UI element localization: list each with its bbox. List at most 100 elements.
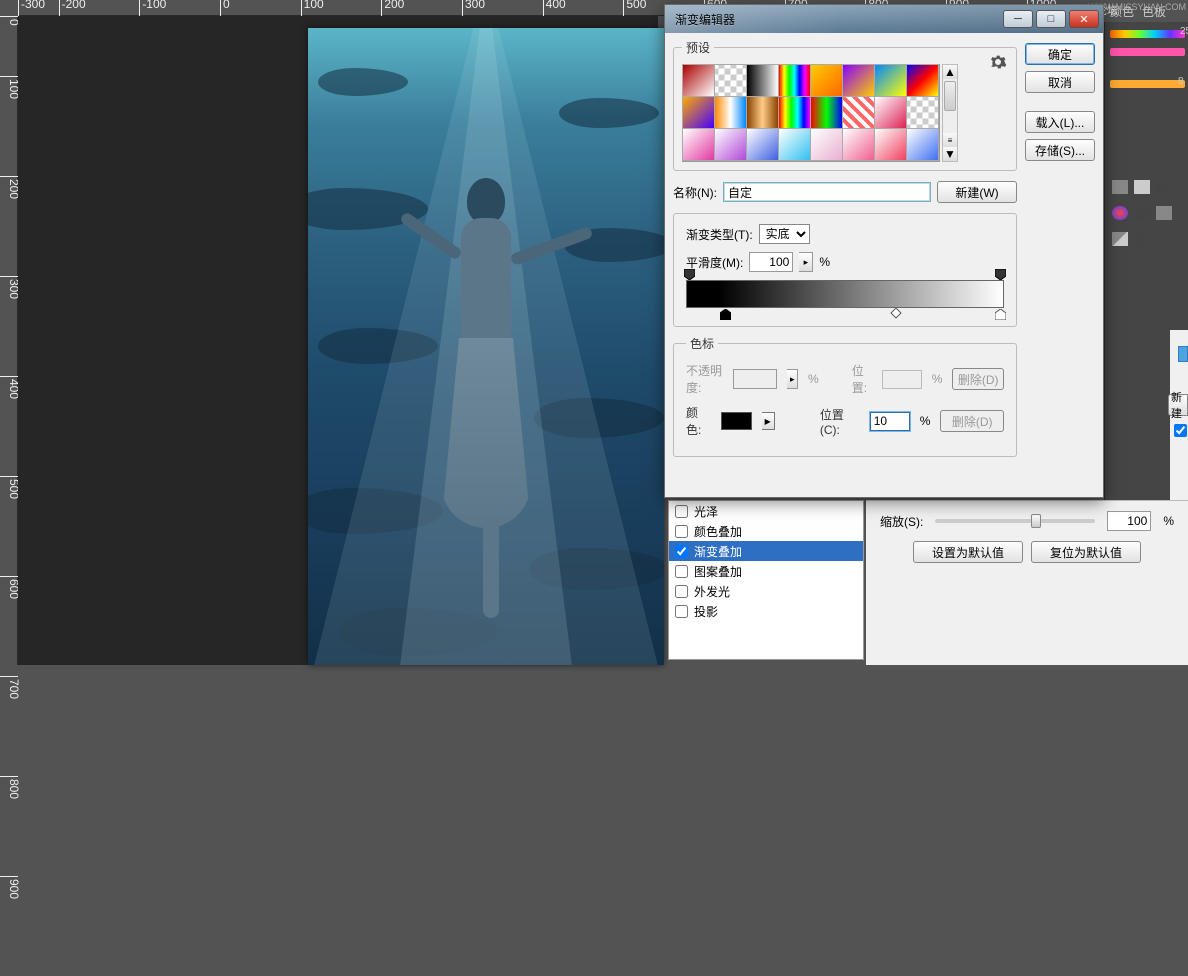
scale-input[interactable] xyxy=(1107,511,1151,531)
preset-swatch[interactable] xyxy=(906,64,939,97)
preset-swatches[interactable] xyxy=(682,64,940,162)
scroll-grip-icon[interactable]: ≡ xyxy=(943,133,957,147)
name-input[interactable] xyxy=(723,182,931,202)
ok-button[interactable]: 确定 xyxy=(1025,43,1095,65)
opacity-input xyxy=(733,369,777,389)
far-checkbox[interactable] xyxy=(1174,424,1187,437)
fx-item[interactable]: 投影 xyxy=(669,601,863,621)
fx-item[interactable]: 颜色叠加 xyxy=(669,521,863,541)
fx-checkbox[interactable] xyxy=(675,565,688,578)
pct-label: % xyxy=(819,255,830,269)
preset-swatch[interactable] xyxy=(874,64,907,97)
scroll-thumb[interactable] xyxy=(944,81,956,111)
scroll-down-icon[interactable]: ▼ xyxy=(943,147,957,161)
fx-label: 图案叠加 xyxy=(694,563,742,580)
fx-label: 渐变叠加 xyxy=(694,543,742,560)
midpoint-diamond[interactable] xyxy=(890,307,901,318)
close-button[interactable]: ✕ xyxy=(1069,10,1099,28)
hue-strip[interactable] xyxy=(1110,30,1185,38)
color-dropdown-icon[interactable]: ▶ xyxy=(762,412,775,430)
minimize-button[interactable]: ─ xyxy=(1003,10,1033,28)
gradient-type-select[interactable]: 实底 xyxy=(759,224,810,244)
scroll-up-icon[interactable]: ▲ xyxy=(943,65,957,79)
opacity-stop-left[interactable] xyxy=(684,269,695,280)
preset-swatch[interactable] xyxy=(842,64,875,97)
fx-checkbox[interactable] xyxy=(675,525,688,538)
preset-swatch[interactable] xyxy=(810,64,843,97)
panel-icons-3[interactable] xyxy=(1112,232,1144,246)
preset-swatch[interactable] xyxy=(810,128,843,161)
smoothness-stepper[interactable]: ▸ xyxy=(799,252,813,272)
preset-swatch[interactable] xyxy=(842,128,875,161)
new-button[interactable]: 新建(W) xyxy=(937,181,1017,203)
gradient-bar[interactable] xyxy=(686,280,1004,308)
layer-effects-settings: 缩放(S): % 设置为默认值 复位为默认值 xyxy=(866,500,1188,665)
opacity-stop-right[interactable] xyxy=(995,269,1006,280)
color-stop-left[interactable] xyxy=(720,309,731,320)
new-style-button[interactable]: 新建 xyxy=(1168,394,1188,416)
preset-swatch[interactable] xyxy=(746,64,779,97)
stops-group: 色标 不透明度: ▸ % 位置: % 删除(D) 颜色: ▶ xyxy=(673,335,1017,457)
gradient-type-group: 渐变类型(T): 实底 平滑度(M): ▸ % xyxy=(673,213,1017,327)
preset-swatch[interactable] xyxy=(714,128,747,161)
preset-swatch[interactable] xyxy=(842,96,875,129)
color-well[interactable] xyxy=(721,412,752,430)
preset-swatch[interactable] xyxy=(682,64,715,97)
preset-swatch[interactable] xyxy=(746,96,779,129)
color-strip-2[interactable] xyxy=(1110,80,1185,88)
dialog-titlebar[interactable]: 渐变编辑器 ─ □ ✕ xyxy=(665,5,1103,33)
presets-group: 预设 ▲ ≡ ▼ xyxy=(673,39,1017,171)
set-default-button[interactable]: 设置为默认值 xyxy=(913,541,1023,563)
color-strip-1[interactable] xyxy=(1110,48,1185,56)
fx-label: 投影 xyxy=(694,603,718,620)
position-input-2[interactable] xyxy=(870,412,910,431)
fx-label: 外发光 xyxy=(694,583,730,600)
panel-icons-2[interactable] xyxy=(1112,206,1172,220)
artwork-figure xyxy=(406,178,566,608)
gear-icon[interactable] xyxy=(990,54,1006,70)
maximize-button[interactable]: □ xyxy=(1036,10,1066,28)
reset-default-button[interactable]: 复位为默认值 xyxy=(1031,541,1141,563)
fx-checkbox[interactable] xyxy=(675,505,688,518)
delete-button-1: 删除(D) xyxy=(952,368,1004,390)
fx-checkbox[interactable] xyxy=(675,545,688,558)
fx-item[interactable]: 外发光 xyxy=(669,581,863,601)
preset-swatch[interactable] xyxy=(810,96,843,129)
preset-swatch[interactable] xyxy=(682,128,715,161)
preset-swatch[interactable] xyxy=(778,64,811,97)
panel-icons-1[interactable] xyxy=(1112,180,1166,194)
color-stop-right[interactable] xyxy=(995,309,1006,320)
preset-swatch[interactable] xyxy=(714,64,747,97)
preset-swatch[interactable] xyxy=(682,96,715,129)
preset-swatch[interactable] xyxy=(874,128,907,161)
fx-item[interactable]: 渐变叠加 xyxy=(669,541,863,561)
preset-swatch[interactable] xyxy=(746,128,779,161)
preset-scrollbar[interactable]: ▲ ≡ ▼ xyxy=(942,64,958,162)
position-label-1: 位置: xyxy=(852,362,872,396)
opacity-stepper: ▸ xyxy=(787,369,797,389)
fx-item[interactable]: 光泽 xyxy=(669,501,863,521)
preset-swatch[interactable] xyxy=(906,128,939,161)
document-canvas[interactable] xyxy=(308,28,664,665)
smoothness-input[interactable] xyxy=(749,252,793,272)
ruler-vertical: 0 100200 300400 500600 700800 900 xyxy=(0,16,18,665)
preset-swatch[interactable] xyxy=(906,96,939,129)
name-label: 名称(N): xyxy=(673,184,717,201)
preset-swatch[interactable] xyxy=(714,96,747,129)
gradient-type-label: 渐变类型(T): xyxy=(686,226,753,243)
scale-slider[interactable] xyxy=(935,519,1095,523)
load-button[interactable]: 载入(L)... xyxy=(1025,111,1095,133)
opacity-value: 8 xyxy=(1178,76,1184,87)
fx-checkbox[interactable] xyxy=(675,605,688,618)
save-button[interactable]: 存储(S)... xyxy=(1025,139,1095,161)
preset-swatch[interactable] xyxy=(778,128,811,161)
layer-effects-list[interactable]: 光泽颜色叠加渐变叠加图案叠加外发光投影 xyxy=(668,500,864,660)
position-label-2: 位置(C): xyxy=(820,406,860,437)
preset-swatch[interactable] xyxy=(778,96,811,129)
fx-item[interactable]: 图案叠加 xyxy=(669,561,863,581)
fx-checkbox[interactable] xyxy=(675,585,688,598)
preset-swatch[interactable] xyxy=(874,96,907,129)
canvas-background xyxy=(18,16,658,665)
dialog-title: 渐变编辑器 xyxy=(675,11,735,28)
cancel-button[interactable]: 取消 xyxy=(1025,71,1095,93)
